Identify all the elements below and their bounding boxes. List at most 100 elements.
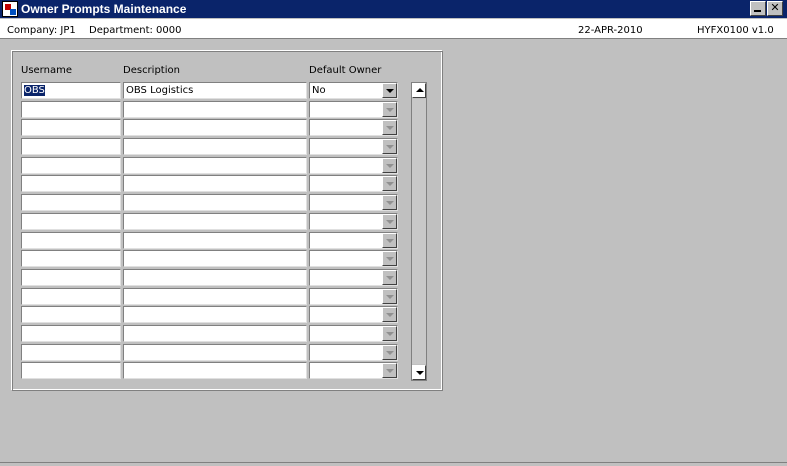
arrow-up-icon — [416, 88, 424, 92]
app-icon[interactable] — [2, 1, 18, 17]
description-field[interactable] — [123, 231, 307, 249]
username-field[interactable] — [21, 212, 121, 230]
description-field[interactable] — [123, 119, 307, 137]
dropdown-button[interactable] — [382, 83, 397, 98]
column-header-default-owner: Default Owner — [309, 65, 382, 76]
username-field[interactable] — [21, 156, 121, 174]
chevron-down-icon — [386, 238, 394, 243]
username-field[interactable] — [21, 138, 121, 156]
username-field[interactable] — [21, 287, 121, 305]
vertical-scrollbar[interactable] — [411, 82, 427, 381]
table-row — [21, 212, 401, 232]
scroll-down-button[interactable] — [412, 365, 426, 380]
dropdown-button[interactable] — [382, 363, 397, 379]
default-owner-select[interactable] — [309, 306, 398, 324]
description-field[interactable] — [123, 343, 307, 361]
chevron-down-icon — [386, 331, 394, 336]
username-field[interactable] — [21, 231, 121, 249]
dropdown-button[interactable] — [382, 251, 397, 267]
table-row — [21, 156, 401, 176]
description-field[interactable] — [123, 287, 307, 305]
table-row — [21, 194, 401, 213]
description-field[interactable] — [123, 362, 307, 380]
default-owner-select[interactable] — [309, 324, 398, 342]
username-field[interactable] — [21, 100, 121, 118]
default-owner-select[interactable] — [309, 287, 398, 305]
dropdown-button[interactable] — [382, 176, 397, 192]
table-row — [21, 343, 401, 363]
dropdown-button[interactable] — [382, 120, 397, 136]
default-owner-select[interactable] — [309, 343, 398, 361]
description-field[interactable] — [123, 175, 307, 193]
description-field[interactable] — [123, 306, 307, 324]
default-owner-select[interactable] — [309, 362, 398, 380]
scroll-track[interactable] — [412, 99, 426, 364]
chevron-down-icon — [386, 163, 394, 168]
default-owner-select[interactable] — [309, 194, 398, 212]
username-field[interactable]: OBS — [21, 82, 121, 99]
chevron-down-icon — [386, 89, 394, 93]
username-field[interactable] — [21, 119, 121, 137]
table-row — [21, 100, 401, 120]
chevron-down-icon — [386, 107, 394, 112]
default-owner-select[interactable] — [309, 119, 398, 137]
dropdown-button[interactable] — [382, 213, 397, 229]
username-field[interactable] — [21, 362, 121, 380]
department-label: Department: 0000 — [89, 25, 182, 36]
chevron-down-icon — [386, 219, 394, 224]
scroll-up-button[interactable] — [412, 83, 426, 98]
chevron-down-icon — [386, 182, 394, 187]
dropdown-button[interactable] — [382, 344, 397, 360]
description-field[interactable]: OBS Logistics — [123, 82, 307, 99]
dropdown-button[interactable] — [382, 269, 397, 285]
title-bar[interactable]: Owner Prompts Maintenance ✕ — [0, 0, 787, 18]
username-field[interactable] — [21, 250, 121, 268]
default-owner-select[interactable] — [309, 250, 398, 268]
default-owner-value: No — [312, 85, 326, 96]
dropdown-button[interactable] — [382, 307, 397, 323]
description-field[interactable] — [123, 268, 307, 286]
table-row — [21, 119, 401, 138]
context-bar: Company: JP1 Department: 0000 22-APR-201… — [0, 19, 787, 39]
dropdown-button[interactable] — [382, 288, 397, 304]
date-label: 22-APR-2010 — [578, 25, 643, 36]
dropdown-button[interactable] — [382, 232, 397, 248]
description-field[interactable] — [123, 324, 307, 342]
description-field[interactable] — [123, 138, 307, 156]
default-owner-select[interactable]: No — [309, 82, 398, 99]
default-owner-select[interactable] — [309, 156, 398, 174]
table-row — [21, 306, 401, 325]
username-field[interactable] — [21, 175, 121, 193]
username-field[interactable] — [21, 306, 121, 324]
dropdown-button[interactable] — [382, 139, 397, 155]
close-button[interactable]: ✕ — [767, 1, 783, 16]
table-row — [21, 138, 401, 157]
username-field[interactable] — [21, 343, 121, 361]
dropdown-button[interactable] — [382, 157, 397, 173]
table-row — [21, 362, 401, 381]
username-field[interactable] — [21, 268, 121, 286]
company-label: Company: JP1 — [7, 25, 76, 36]
description-field[interactable] — [123, 100, 307, 118]
dropdown-button[interactable] — [382, 195, 397, 211]
description-field[interactable] — [123, 250, 307, 268]
table-row — [21, 324, 401, 344]
default-owner-select[interactable] — [309, 268, 398, 286]
column-header-description: Description — [123, 65, 180, 76]
default-owner-select[interactable] — [309, 138, 398, 156]
username-field[interactable] — [21, 194, 121, 212]
minimize-button[interactable] — [750, 1, 766, 16]
dropdown-button[interactable] — [382, 101, 397, 117]
table-row — [21, 268, 401, 288]
default-owner-select[interactable] — [309, 175, 398, 193]
description-field[interactable] — [123, 156, 307, 174]
default-owner-select[interactable] — [309, 231, 398, 249]
default-owner-select[interactable] — [309, 100, 398, 118]
description-field[interactable] — [123, 212, 307, 230]
description-field[interactable] — [123, 194, 307, 212]
dropdown-button[interactable] — [382, 325, 397, 341]
default-owner-select[interactable] — [309, 212, 398, 230]
chevron-down-icon — [386, 275, 394, 280]
username-field[interactable] — [21, 324, 121, 342]
chevron-down-icon — [386, 126, 394, 131]
